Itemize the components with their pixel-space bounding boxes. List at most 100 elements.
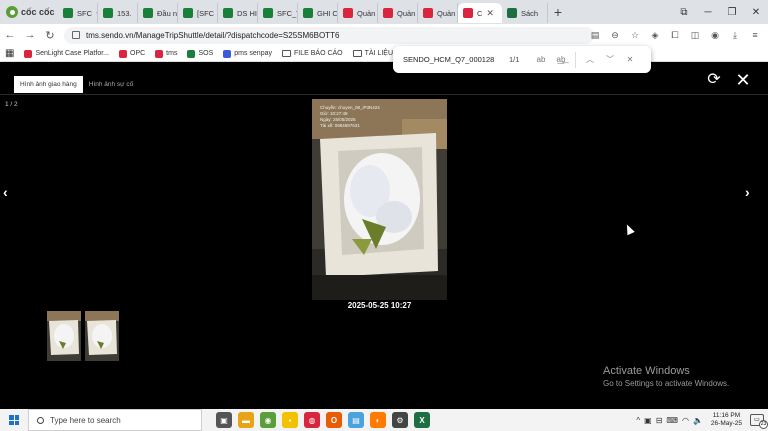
- split-view-icon[interactable]: ◫: [686, 30, 704, 41]
- coccoc-browser-icon[interactable]: ◉: [260, 412, 276, 428]
- bookmark-star-icon[interactable]: ☆: [626, 30, 644, 41]
- chrome-badge-icon[interactable]: ◍: [304, 412, 320, 428]
- zoom-icon[interactable]: ⊖: [606, 30, 624, 41]
- apps-grid-icon[interactable]: ▦: [0, 48, 19, 59]
- bookmark-item[interactable]: SenLight Case Platfor...: [19, 49, 114, 58]
- whole-word-toggle[interactable]: a͟b͟: [551, 55, 571, 64]
- bookmark-item[interactable]: FILE BÁO CÁO: [277, 50, 348, 57]
- reader-mode-icon[interactable]: ▤: [586, 30, 604, 41]
- window-controls: ⧉ ─ ❐ ✕: [672, 0, 768, 24]
- brand-name: cốc cốc: [21, 7, 55, 17]
- bookmark-item[interactable]: pms senpay: [218, 49, 277, 58]
- settings-icon[interactable]: ⚙: [392, 412, 408, 428]
- address-bar[interactable]: tms.sendo.vn/ManageTripShuttle/detail/?d…: [64, 26, 594, 44]
- sheets-icon: [263, 8, 273, 18]
- lightbox-tabs: Hình ảnh giao hàng Hình ảnh sự cố: [14, 76, 139, 93]
- volume-icon[interactable]: 🔈: [693, 416, 703, 425]
- battery-icon[interactable]: ⊟: [656, 416, 663, 425]
- browser-tab[interactable]: 153.: [98, 3, 138, 23]
- photo-timestamp-overlay: Chuyến: chuyen_08_iP3N424 Giờ: 10:27:48 …: [320, 105, 380, 128]
- maximize-button[interactable]: ❐: [720, 7, 744, 18]
- tab-title: Sách: [521, 8, 539, 18]
- browser-brand[interactable]: cốc cốc: [0, 0, 58, 24]
- bookmark-label: FILE BÁO CÁO: [294, 50, 343, 57]
- forward-button[interactable]: →: [20, 29, 40, 41]
- thumbnail-1[interactable]: [47, 311, 81, 361]
- browser-tab[interactable]: Quản: [338, 3, 378, 23]
- thumbnail-art: [47, 311, 81, 361]
- new-tab-button[interactable]: +: [548, 4, 568, 20]
- bookmark-item[interactable]: OPC: [114, 49, 150, 58]
- opera-icon[interactable]: O: [326, 412, 342, 428]
- start-button[interactable]: [0, 415, 28, 425]
- wifi-icon[interactable]: ◠: [682, 416, 689, 425]
- excel-icon[interactable]: X: [414, 412, 430, 428]
- find-match-count: 1/1: [509, 55, 520, 64]
- browser-tab[interactable]: [SFC: [178, 3, 218, 23]
- keyboard-icon[interactable]: ⌨: [666, 416, 678, 425]
- file-explorer-icon[interactable]: ▬: [238, 412, 254, 428]
- find-close-button[interactable]: ✕: [620, 55, 640, 64]
- tab-incident-images[interactable]: Hình ảnh sự cố: [83, 76, 139, 93]
- browser-tab[interactable]: Quản: [418, 3, 458, 23]
- tab-title: C: [477, 8, 483, 18]
- sendo-icon: [423, 8, 433, 18]
- notepad-icon[interactable]: ▤: [348, 412, 364, 428]
- browser-tab[interactable]: GHI C: [298, 3, 338, 23]
- browser-tab[interactable]: SFC▿: [58, 3, 98, 23]
- tray-app-icon[interactable]: ▣: [644, 416, 652, 425]
- bookmark-item[interactable]: tms: [150, 49, 182, 58]
- show-hidden-icons[interactable]: ^: [636, 416, 640, 425]
- lightbox-close-icon[interactable]: ✕: [733, 70, 753, 90]
- notification-center-icon[interactable]: ▭ 23: [750, 414, 768, 429]
- bookmark-favicon: [155, 49, 164, 58]
- tab-title: SFC: [77, 8, 92, 18]
- delivery-photo: Chuyến: chuyen_08_iP3N424 Giờ: 10:27:48 …: [312, 99, 447, 300]
- taskbar-clock[interactable]: 11:16 PM 26-May-25: [711, 412, 742, 428]
- match-case-toggle[interactable]: ab: [531, 55, 551, 64]
- bookmark-label: SOS: [198, 50, 214, 57]
- tab-title: DS HI: [237, 8, 258, 18]
- bookmark-item[interactable]: SOS: [182, 49, 218, 58]
- window-close-button[interactable]: ✕: [744, 7, 768, 18]
- image-counter: 1 / 2: [5, 101, 18, 108]
- find-input[interactable]: SENDO_HCM_Q7_000128: [403, 55, 509, 64]
- browser-tab[interactable]: C ✕: [458, 3, 502, 23]
- browser-tab[interactable]: Quản: [378, 3, 418, 23]
- browser-tab[interactable]: Đầu n: [138, 3, 178, 23]
- bookmark-item[interactable]: TÀI LIỆU: [348, 50, 398, 57]
- back-button[interactable]: ←: [0, 29, 20, 41]
- tab-search-button[interactable]: ⧉: [672, 7, 696, 18]
- next-image-arrow[interactable]: ›: [745, 184, 759, 200]
- profile-icon[interactable]: ◉: [706, 30, 724, 41]
- tab-close-icon[interactable]: ✕: [486, 8, 494, 19]
- search-placeholder: Type here to search: [50, 415, 121, 425]
- find-previous-button[interactable]: ︿: [580, 54, 600, 65]
- site-info-icon[interactable]: [72, 31, 80, 39]
- extensions-icon[interactable]: ⧠: [666, 30, 684, 41]
- thumbnail-art: [85, 311, 119, 361]
- notification-count: 23: [759, 420, 768, 429]
- find-next-button[interactable]: ﹀: [600, 54, 620, 65]
- taskbar-search-box[interactable]: Type here to search: [28, 409, 202, 431]
- menu-icon[interactable]: ≡: [746, 30, 764, 40]
- minimize-button[interactable]: ─: [696, 7, 720, 18]
- tab-title: Quản: [397, 8, 416, 18]
- reload-button[interactable]: ↻: [40, 29, 60, 42]
- excel-icon: [507, 8, 517, 18]
- browser-tab[interactable]: DS HI: [218, 3, 258, 23]
- download-icon[interactable]: ⤓: [726, 30, 744, 41]
- shield-icon[interactable]: ◈: [646, 30, 664, 41]
- sheets-icon: [303, 8, 313, 18]
- browser-tab[interactable]: Sách: [502, 3, 548, 23]
- mouse-cursor-icon: [623, 222, 635, 236]
- rotate-icon[interactable]: ⟳: [704, 70, 724, 90]
- lightbox-divider: [0, 94, 768, 95]
- browser-tab[interactable]: SFC_T: [258, 3, 298, 23]
- thumbnail-2[interactable]: [85, 311, 119, 361]
- previous-image-arrow[interactable]: ‹: [3, 184, 17, 200]
- task-view-icon[interactable]: ▣: [216, 412, 232, 428]
- tab-delivery-images[interactable]: Hình ảnh giao hàng: [14, 76, 83, 93]
- firefox-icon[interactable]: ◐: [370, 412, 386, 428]
- sticky-notes-icon[interactable]: ▪: [282, 412, 298, 428]
